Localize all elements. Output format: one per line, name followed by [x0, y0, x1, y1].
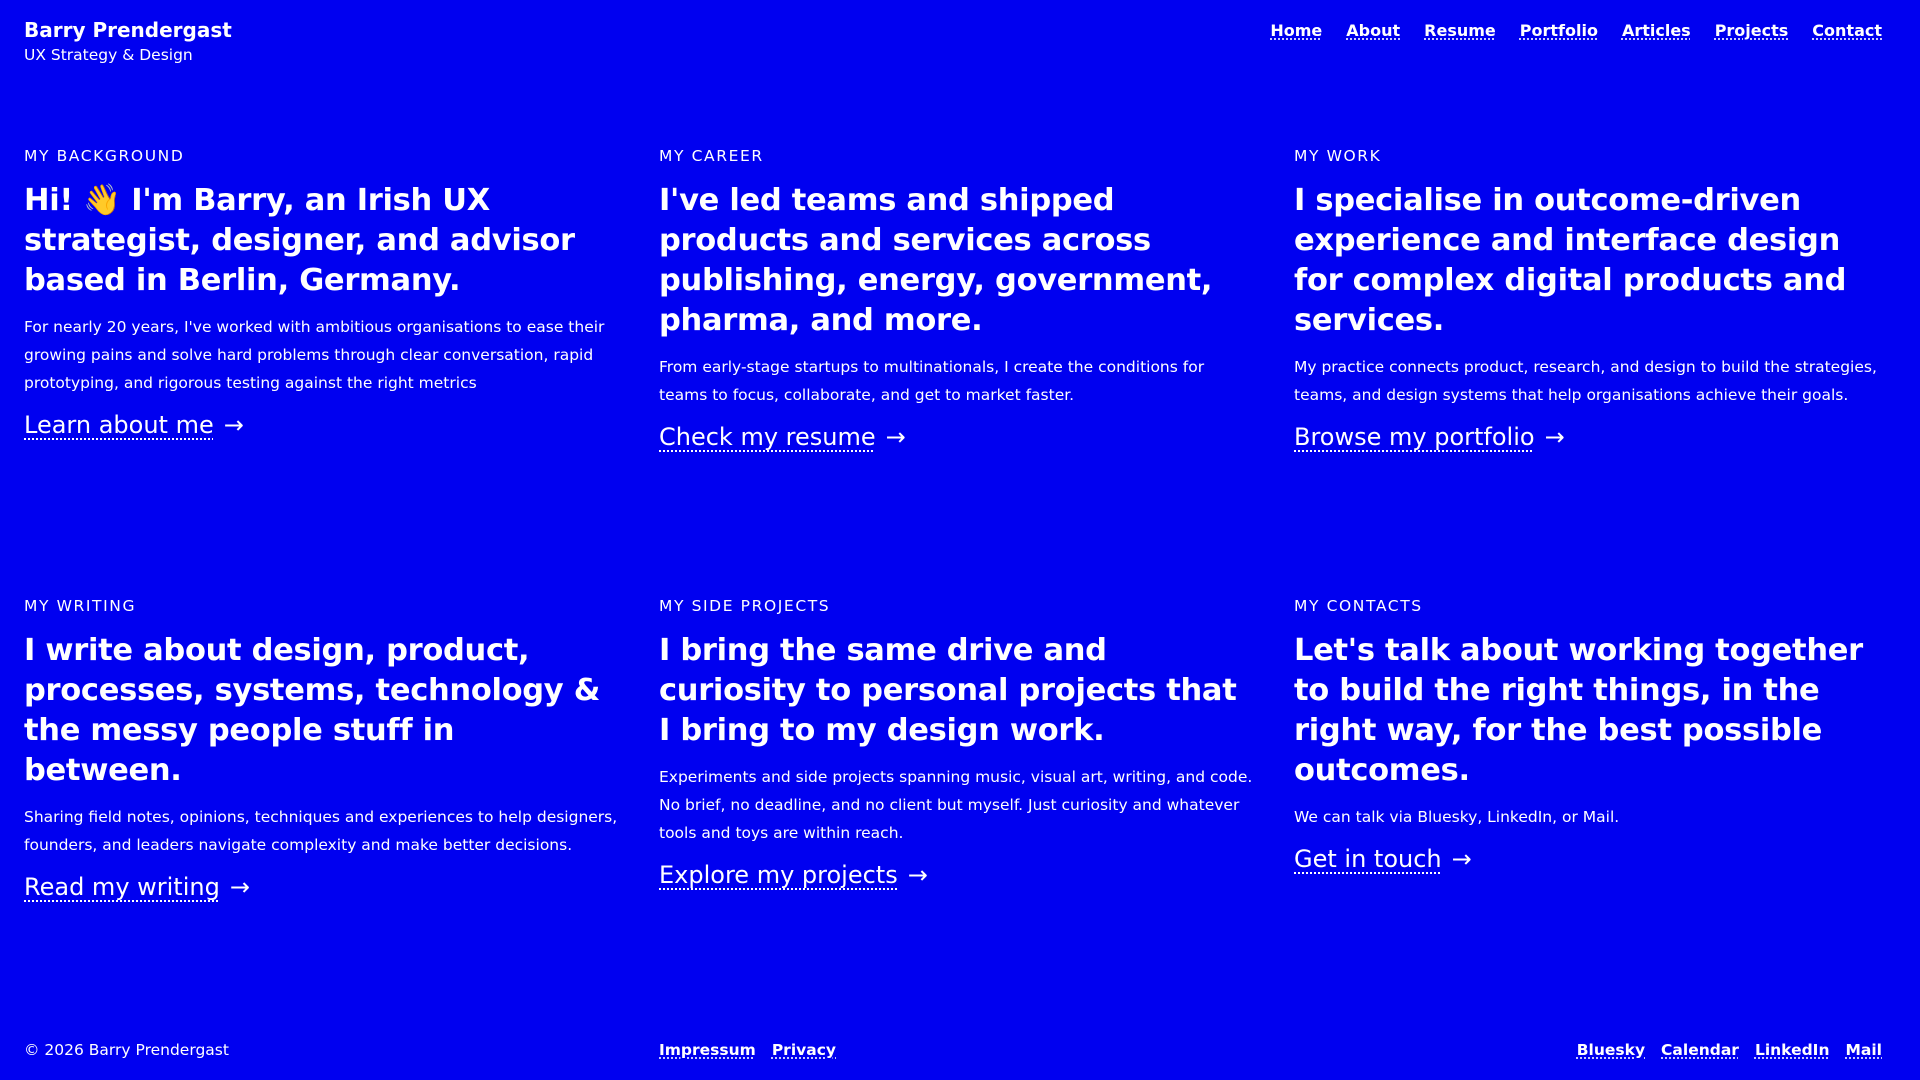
card-career: MY CAREER I've led teams and shipped pro… — [659, 145, 1256, 595]
nav-contact-link[interactable]: Contact — [1812, 19, 1882, 43]
arrow-right-icon: → — [1451, 845, 1472, 873]
mail-link[interactable]: Mail — [1845, 1038, 1882, 1062]
check-resume-link[interactable]: Check my resume → — [659, 419, 906, 455]
browse-portfolio-link[interactable]: Browse my portfolio → — [1294, 419, 1565, 455]
site-header: Barry Prendergast UX Strategy & Design H… — [24, 16, 1882, 76]
link-label: Learn about me — [24, 411, 214, 439]
link-label: Get in touch — [1294, 845, 1442, 873]
card-heading: Let's talk about working together to bui… — [1294, 633, 1863, 788]
impressum-link[interactable]: Impressum — [659, 1038, 756, 1062]
card-description: Experiments and side projects spanning m… — [659, 768, 1253, 842]
link-label: Explore my projects — [659, 861, 898, 889]
card-eyebrow: MY WRITING — [24, 597, 137, 615]
link-label: Browse my portfolio — [1294, 423, 1535, 451]
link-label: Check my resume — [659, 423, 876, 451]
privacy-link[interactable]: Privacy — [772, 1038, 836, 1062]
card-heading: I've led teams and shipped products and … — [659, 183, 1213, 338]
nav-about-link[interactable]: About — [1346, 19, 1400, 43]
intro-grid: MY BACKGROUND Hi! 👋 I'm Barry, an Irish … — [24, 145, 1882, 1045]
legal-links: Impressum Privacy — [659, 1038, 836, 1062]
calendar-link[interactable]: Calendar — [1661, 1038, 1739, 1062]
bluesky-link[interactable]: Bluesky — [1577, 1038, 1645, 1062]
card-eyebrow: MY WORK — [1294, 147, 1382, 165]
card-background: MY BACKGROUND Hi! 👋 I'm Barry, an Irish … — [24, 145, 621, 595]
card-writing: MY WRITING I write about design, product… — [24, 595, 621, 1045]
nav-resume-link[interactable]: Resume — [1424, 19, 1496, 43]
main-nav: Home About Resume Portfolio Articles Pro… — [1270, 19, 1882, 43]
brand-tagline: UX Strategy & Design — [24, 46, 193, 64]
get-in-touch-link[interactable]: Get in touch → — [1294, 841, 1472, 877]
card-side-projects: MY SIDE PROJECTS I bring the same drive … — [659, 595, 1256, 1045]
arrow-right-icon: → — [229, 873, 250, 901]
explore-projects-link[interactable]: Explore my projects → — [659, 857, 928, 893]
brand: Barry Prendergast UX Strategy & Design — [24, 16, 232, 66]
social-links: Bluesky Calendar LinkedIn Mail — [1577, 1038, 1882, 1062]
card-eyebrow: MY CAREER — [659, 147, 764, 165]
card-contacts: MY CONTACTS Let's talk about working tog… — [1294, 595, 1891, 1045]
card-eyebrow: MY CONTACTS — [1294, 597, 1423, 615]
card-eyebrow: MY SIDE PROJECTS — [659, 597, 831, 615]
card-description: We can talk via Bluesky, LinkedIn, or Ma… — [1294, 808, 1620, 826]
brand-name[interactable]: Barry Prendergast — [24, 16, 232, 44]
arrow-right-icon: → — [223, 411, 244, 439]
arrow-right-icon: → — [907, 861, 928, 889]
card-heading: Hi! 👋 I'm Barry, an Irish UX strategist,… — [24, 183, 575, 298]
site-footer: © 2026 Barry Prendergast Impressum Priva… — [24, 1038, 1882, 1062]
card-description: My practice connects product, research, … — [1294, 358, 1877, 404]
arrow-right-icon: → — [1544, 423, 1565, 451]
card-heading: I bring the same drive and curiosity to … — [659, 633, 1237, 748]
read-writing-link[interactable]: Read my writing → — [24, 869, 250, 905]
nav-articles-link[interactable]: Articles — [1622, 19, 1691, 43]
card-description: For nearly 20 years, I've worked with am… — [24, 318, 605, 392]
card-heading: I specialise in outcome-driven experienc… — [1294, 183, 1847, 338]
card-description: Sharing field notes, opinions, technique… — [24, 808, 618, 854]
card-heading: I write about design, product, processes… — [24, 633, 601, 788]
learn-about-me-link[interactable]: Learn about me → — [24, 407, 244, 443]
linkedin-link[interactable]: LinkedIn — [1755, 1038, 1830, 1062]
link-label: Read my writing — [24, 873, 220, 901]
nav-projects-link[interactable]: Projects — [1715, 19, 1789, 43]
card-description: From early-stage startups to multination… — [659, 358, 1205, 404]
nav-home-link[interactable]: Home — [1270, 19, 1322, 43]
card-eyebrow: MY BACKGROUND — [24, 147, 185, 165]
arrow-right-icon: → — [885, 423, 906, 451]
nav-portfolio-link[interactable]: Portfolio — [1520, 19, 1598, 43]
copyright-text: © 2026 Barry Prendergast — [24, 1041, 229, 1059]
card-work: MY WORK I specialise in outcome-driven e… — [1294, 145, 1891, 595]
